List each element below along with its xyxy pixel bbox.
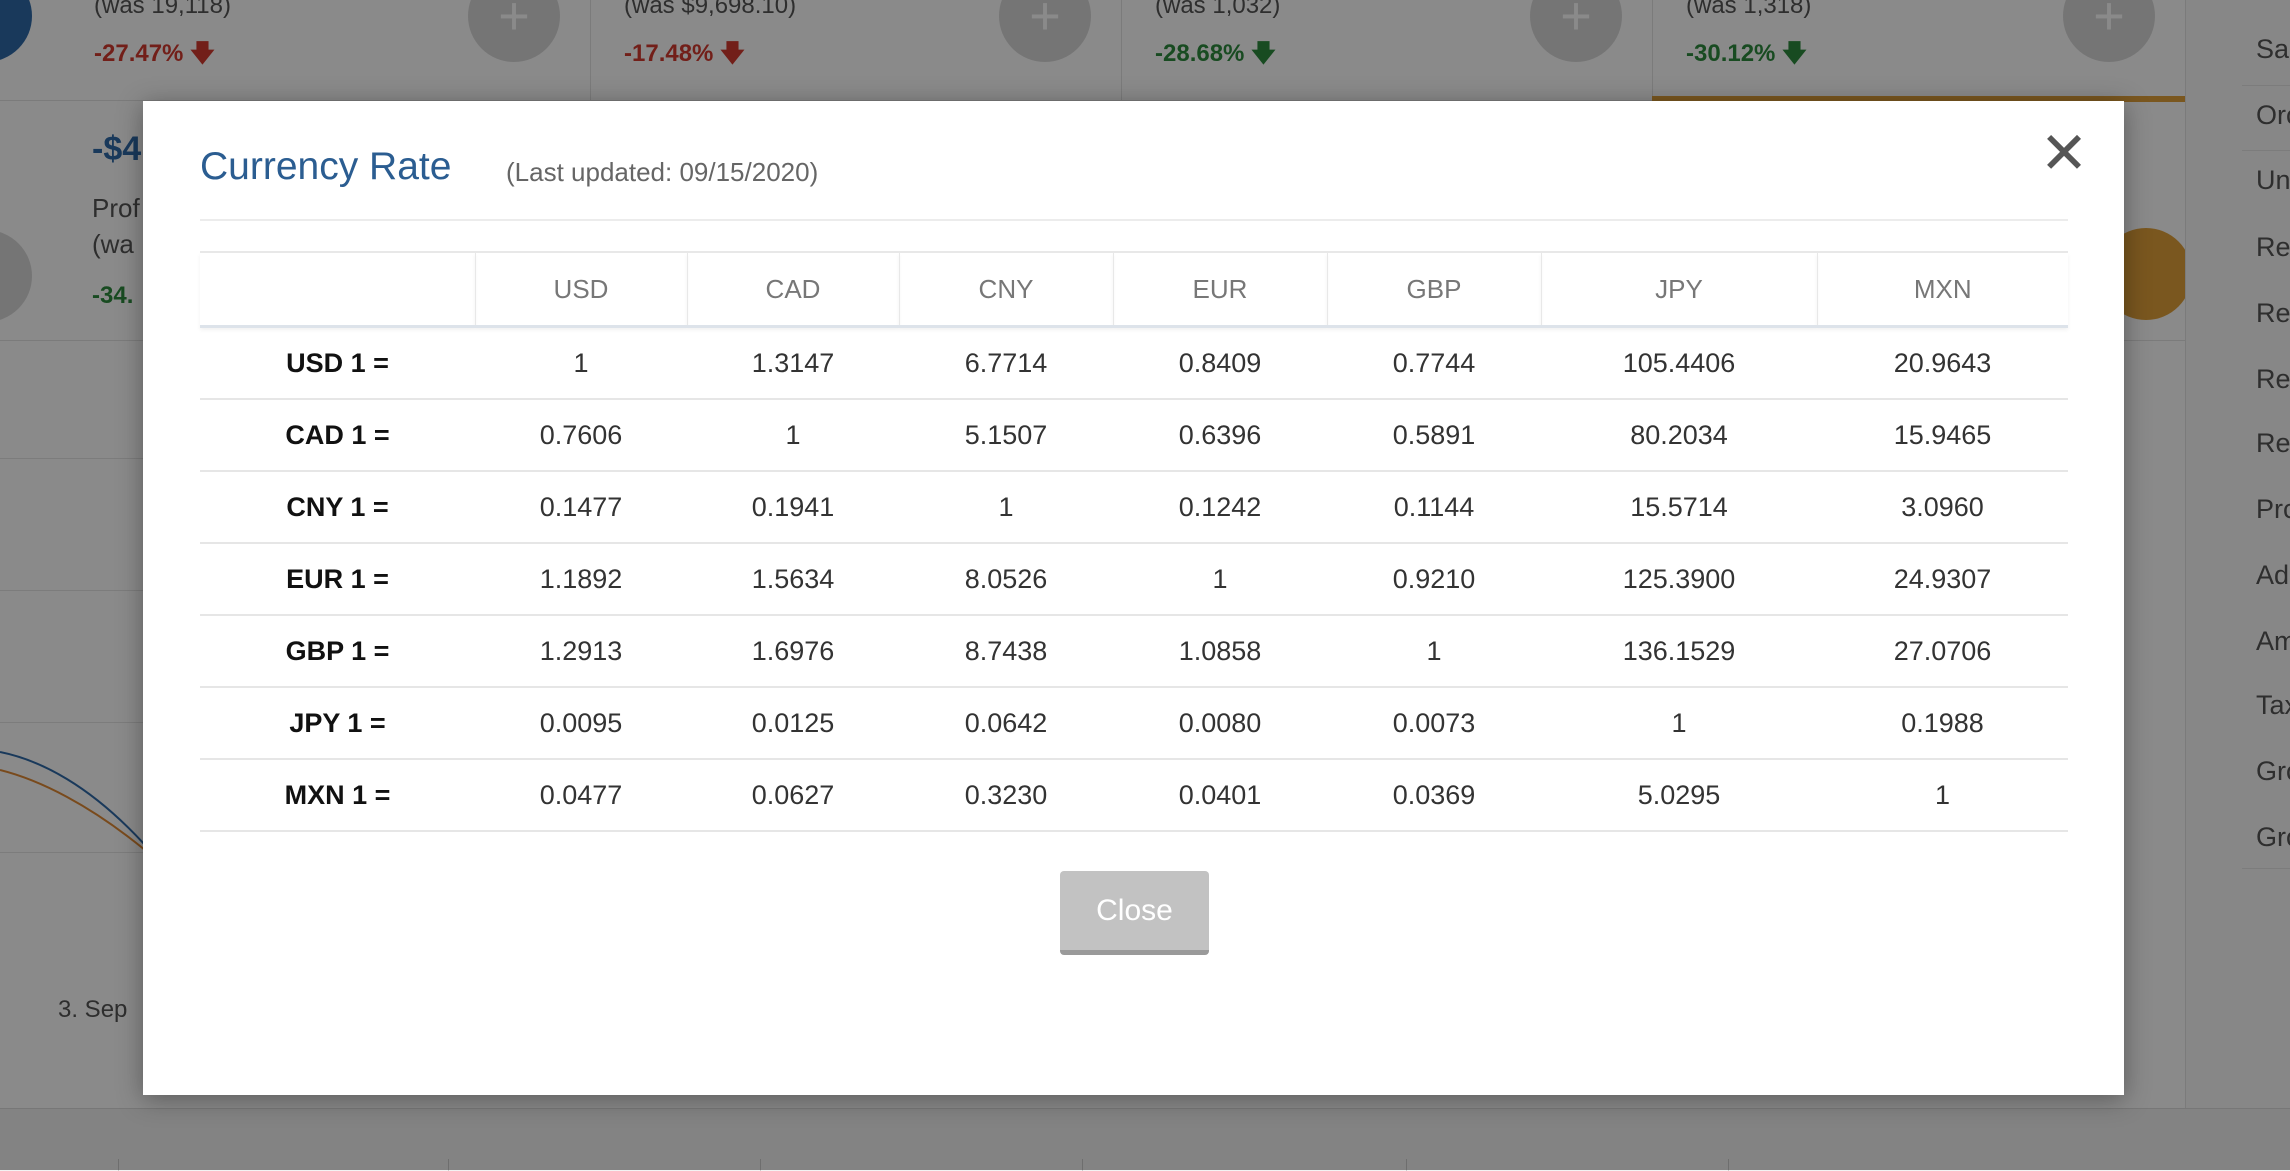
rate-cell: 27.0706	[1817, 615, 2068, 688]
rate-cell: 0.0369	[1327, 759, 1541, 832]
table-row: CAD 1 = 0.7606 1 5.1507 0.6396 0.5891 80…	[200, 399, 2068, 472]
rate-cell: 1.1892	[475, 543, 687, 616]
rate-cell: 0.0125	[687, 687, 899, 760]
rate-cell: 80.2034	[1541, 399, 1817, 472]
rate-cell: 1	[687, 399, 899, 472]
rate-cell: 0.6396	[1113, 399, 1327, 472]
rate-cell: 1	[1327, 615, 1541, 688]
column-header: CAD	[686, 251, 899, 328]
column-header: EUR	[1112, 251, 1327, 328]
column-header	[200, 251, 475, 328]
rate-cell: 0.5891	[1327, 399, 1541, 472]
row-header: USD 1 =	[200, 326, 475, 400]
rate-cell: 0.1242	[1113, 471, 1327, 544]
rate-cell: 1.2913	[475, 615, 687, 688]
column-header: GBP	[1326, 251, 1541, 328]
rate-cell: 1.0858	[1113, 615, 1327, 688]
rate-cell: 0.1477	[475, 471, 687, 544]
rate-cell: 0.0477	[475, 759, 687, 832]
rate-cell: 0.0095	[475, 687, 687, 760]
rate-cell: 15.5714	[1541, 471, 1817, 544]
row-header: GBP 1 =	[200, 615, 475, 688]
row-header: MXN 1 =	[200, 759, 475, 832]
rate-cell: 0.0627	[687, 759, 899, 832]
rate-cell: 1.5634	[687, 543, 899, 616]
rate-cell: 6.7714	[899, 326, 1113, 400]
table-row: JPY 1 = 0.0095 0.0125 0.0642 0.0080 0.00…	[200, 687, 2068, 760]
currency-rate-modal: Currency Rate (Last updated: 09/15/2020)…	[143, 101, 2124, 1095]
currency-rate-table: USD CAD CNY EUR GBP JPY MXN USD 1 = 1 1.…	[200, 251, 2068, 832]
table-row: EUR 1 = 1.1892 1.5634 8.0526 1 0.9210 12…	[200, 543, 2068, 616]
table-row: MXN 1 = 0.0477 0.0627 0.3230 0.0401 0.03…	[200, 759, 2068, 832]
rate-cell: 24.9307	[1817, 543, 2068, 616]
title-divider	[200, 219, 2068, 221]
column-header: CNY	[898, 251, 1113, 328]
rate-cell: 0.0401	[1113, 759, 1327, 832]
rate-cell: 0.0642	[899, 687, 1113, 760]
rate-cell: 1.3147	[687, 326, 899, 400]
close-icon[interactable]: ✕	[2033, 123, 2095, 185]
table-row: GBP 1 = 1.2913 1.6976 8.7438 1.0858 1 13…	[200, 615, 2068, 688]
rate-cell: 20.9643	[1817, 326, 2068, 400]
close-button[interactable]: Close	[1060, 871, 1209, 955]
modal-title: Currency Rate	[200, 145, 452, 188]
rate-cell: 136.1529	[1541, 615, 1817, 688]
rate-cell: 15.9465	[1817, 399, 2068, 472]
rate-cell: 0.1941	[687, 471, 899, 544]
rate-cell: 0.8409	[1113, 326, 1327, 400]
rate-cell: 0.0073	[1327, 687, 1541, 760]
rate-cell: 1	[1541, 687, 1817, 760]
rate-cell: 5.1507	[899, 399, 1113, 472]
column-header: JPY	[1540, 251, 1817, 328]
rate-cell: 105.4406	[1541, 326, 1817, 400]
rate-cell: 0.1144	[1327, 471, 1541, 544]
rate-cell: 1	[1817, 759, 2068, 832]
rate-cell: 125.3900	[1541, 543, 1817, 616]
rate-cell: 8.7438	[899, 615, 1113, 688]
table-header-row: USD CAD CNY EUR GBP JPY MXN	[200, 251, 2068, 328]
rate-cell: 8.0526	[899, 543, 1113, 616]
column-header: USD	[474, 251, 687, 328]
rate-cell: 0.3230	[899, 759, 1113, 832]
row-header: JPY 1 =	[200, 687, 475, 760]
rate-cell: 1	[1113, 543, 1327, 616]
rate-cell: 0.9210	[1327, 543, 1541, 616]
rate-cell: 0.7744	[1327, 326, 1541, 400]
rate-cell: 1.6976	[687, 615, 899, 688]
table-row: USD 1 = 1 1.3147 6.7714 0.8409 0.7744 10…	[200, 326, 2068, 400]
last-updated-text: (Last updated: 09/15/2020)	[506, 157, 819, 187]
row-header: EUR 1 =	[200, 543, 475, 616]
rate-cell: 0.1988	[1817, 687, 2068, 760]
rate-cell: 1	[899, 471, 1113, 544]
rate-cell: 3.0960	[1817, 471, 2068, 544]
rate-cell: 0.0080	[1113, 687, 1327, 760]
table-row: CNY 1 = 0.1477 0.1941 1 0.1242 0.1144 15…	[200, 471, 2068, 544]
column-header: MXN	[1816, 251, 2068, 328]
rate-cell: 1	[475, 326, 687, 400]
row-header: CNY 1 =	[200, 471, 475, 544]
row-header: CAD 1 =	[200, 399, 475, 472]
rate-cell: 5.0295	[1541, 759, 1817, 832]
rate-cell: 0.7606	[475, 399, 687, 472]
